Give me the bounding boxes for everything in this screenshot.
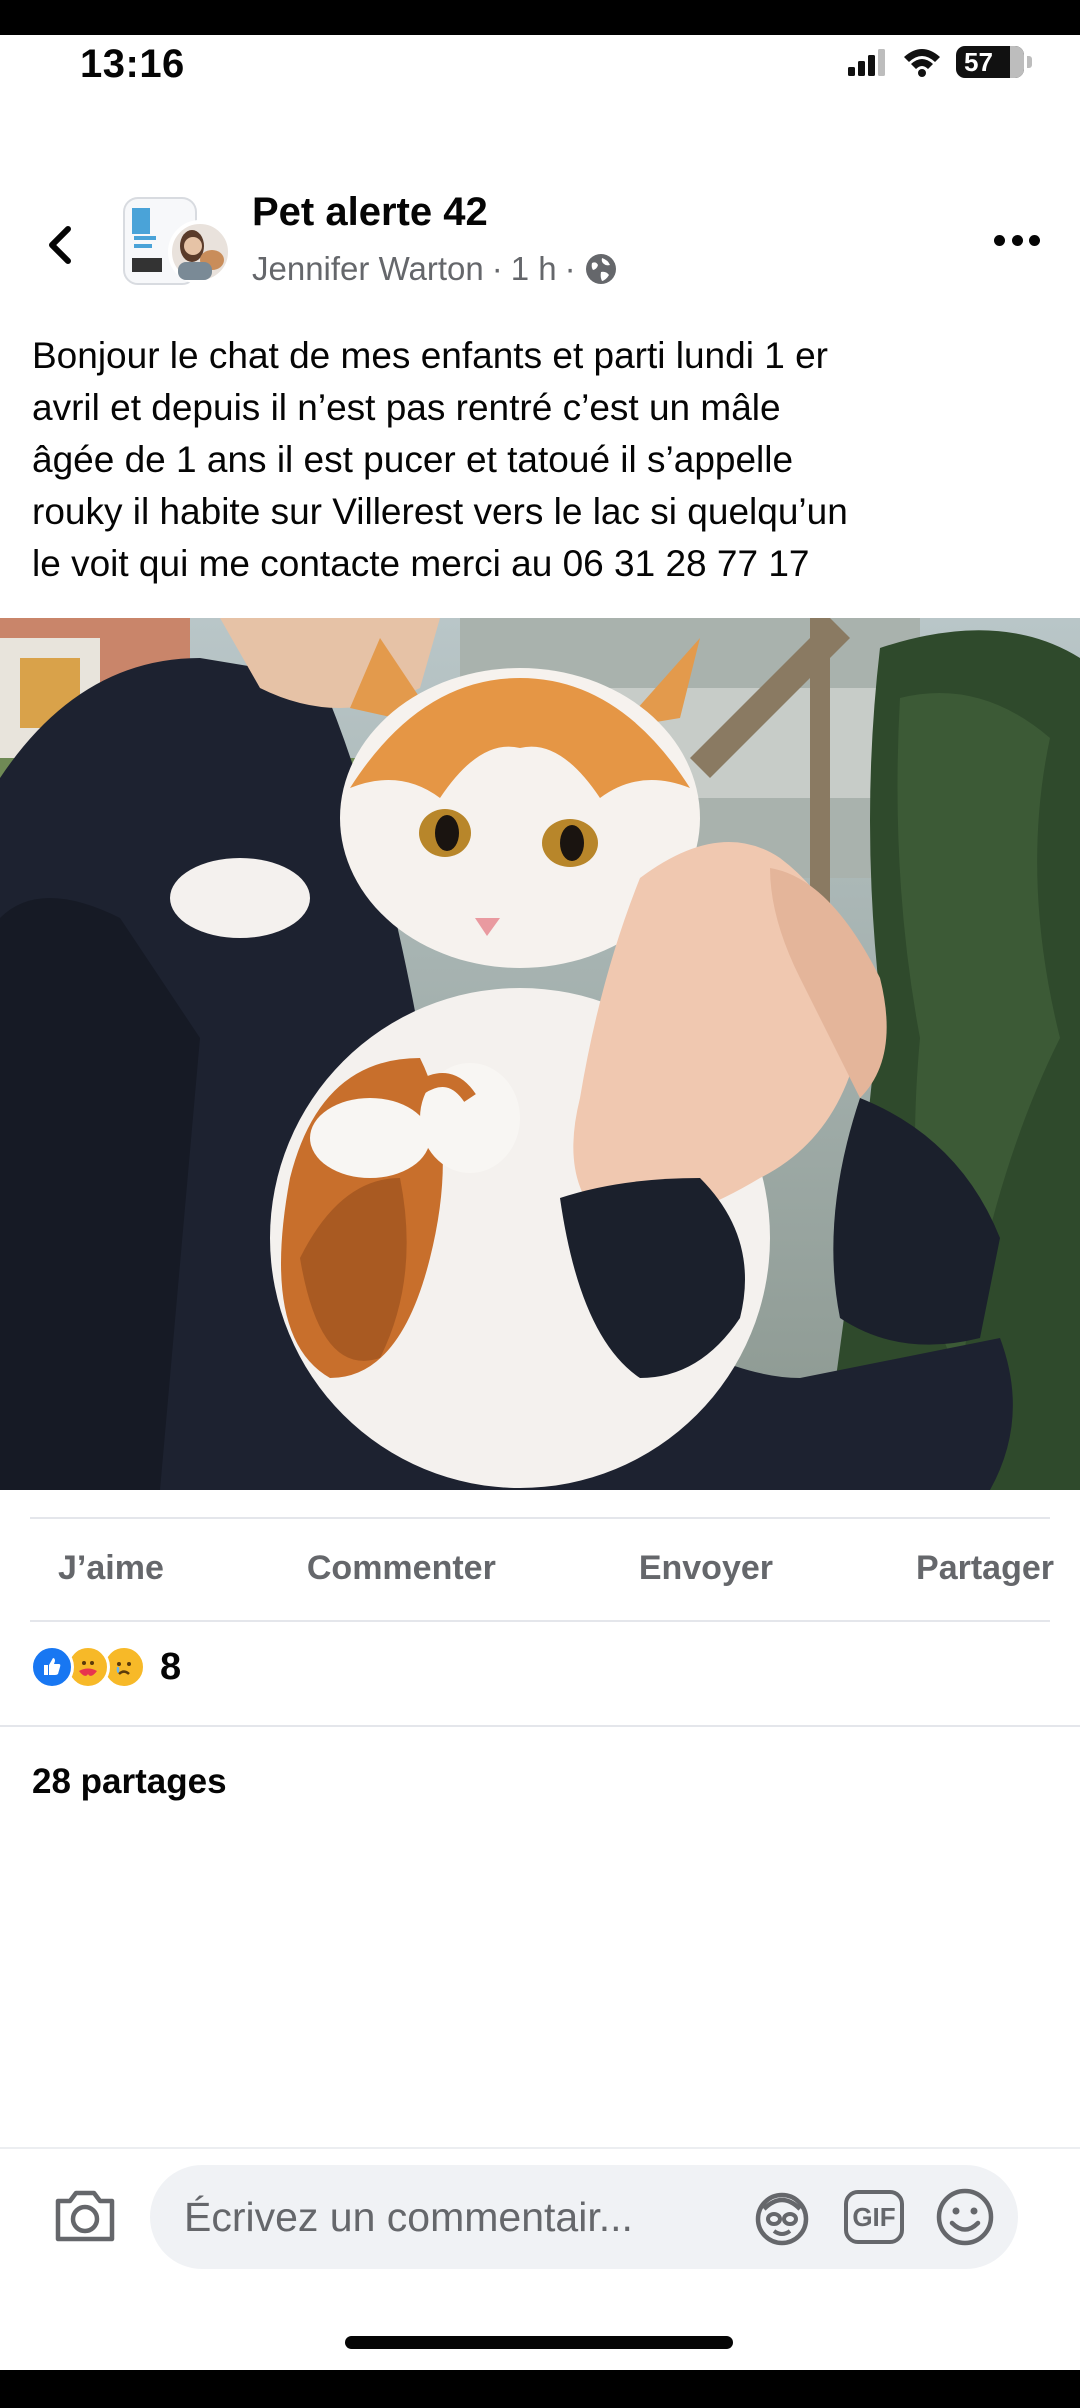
emoji-icon[interactable] bbox=[934, 2186, 996, 2248]
post-time[interactable]: 1 h bbox=[511, 250, 557, 288]
like-button[interactable]: J’aime bbox=[58, 1549, 164, 1588]
post-byline: Jennifer Warton · 1 h · bbox=[252, 250, 618, 288]
reactions-summary[interactable]: 8 bbox=[30, 1645, 181, 1689]
post-text: Bonjour le chat de mes enfants et parti … bbox=[32, 335, 848, 584]
cellular-signal-icon bbox=[848, 49, 885, 76]
more-options-button[interactable] bbox=[994, 225, 1040, 255]
home-indicator[interactable] bbox=[345, 2336, 733, 2349]
wifi-icon bbox=[904, 49, 940, 77]
chevron-left-icon bbox=[49, 226, 71, 264]
composer-icons: GIF bbox=[750, 2185, 996, 2249]
actions-divider-bottom bbox=[30, 1620, 1050, 1622]
back-button[interactable] bbox=[40, 215, 80, 275]
group-name[interactable]: Pet alerte 42 bbox=[252, 190, 488, 235]
author-name[interactable]: Jennifer Warton bbox=[252, 250, 484, 288]
globe-icon bbox=[585, 254, 616, 284]
status-time: 13:16 bbox=[80, 42, 185, 86]
comment-input[interactable]: Écrivez un commentair... GIF bbox=[150, 2165, 1018, 2269]
byline-separator-2: · bbox=[564, 250, 576, 287]
byline-separator: · bbox=[491, 250, 503, 287]
send-button[interactable]: Envoyer bbox=[639, 1549, 773, 1588]
camera-button[interactable] bbox=[52, 2185, 118, 2245]
comment-button[interactable]: Commenter bbox=[307, 1549, 496, 1588]
battery-indicator: 57 bbox=[956, 46, 1024, 78]
shares-divider bbox=[0, 1725, 1080, 1727]
gif-button[interactable]: GIF bbox=[844, 2190, 904, 2244]
reaction-count: 8 bbox=[160, 1645, 182, 1688]
post-actions: J’aime Commenter Envoyer Partager bbox=[0, 1518, 1080, 1618]
battery-level: 57 bbox=[964, 46, 993, 77]
comment-placeholder: Écrivez un commentair... bbox=[184, 2193, 633, 2240]
share-button[interactable]: Partager bbox=[916, 1549, 1054, 1588]
status-icons: 57 bbox=[848, 46, 1032, 78]
top-black-border bbox=[0, 0, 1080, 35]
bottom-black-border bbox=[0, 2370, 1080, 2408]
share-count[interactable]: 28 partages bbox=[32, 1762, 227, 1802]
like-icon bbox=[30, 1645, 74, 1689]
post-photo[interactable] bbox=[0, 618, 1080, 1490]
camera-icon bbox=[55, 2190, 115, 2242]
group-avatar[interactable] bbox=[120, 190, 232, 290]
avatar-sticker-icon[interactable] bbox=[750, 2185, 814, 2249]
more-dots-icon bbox=[994, 234, 1005, 246]
